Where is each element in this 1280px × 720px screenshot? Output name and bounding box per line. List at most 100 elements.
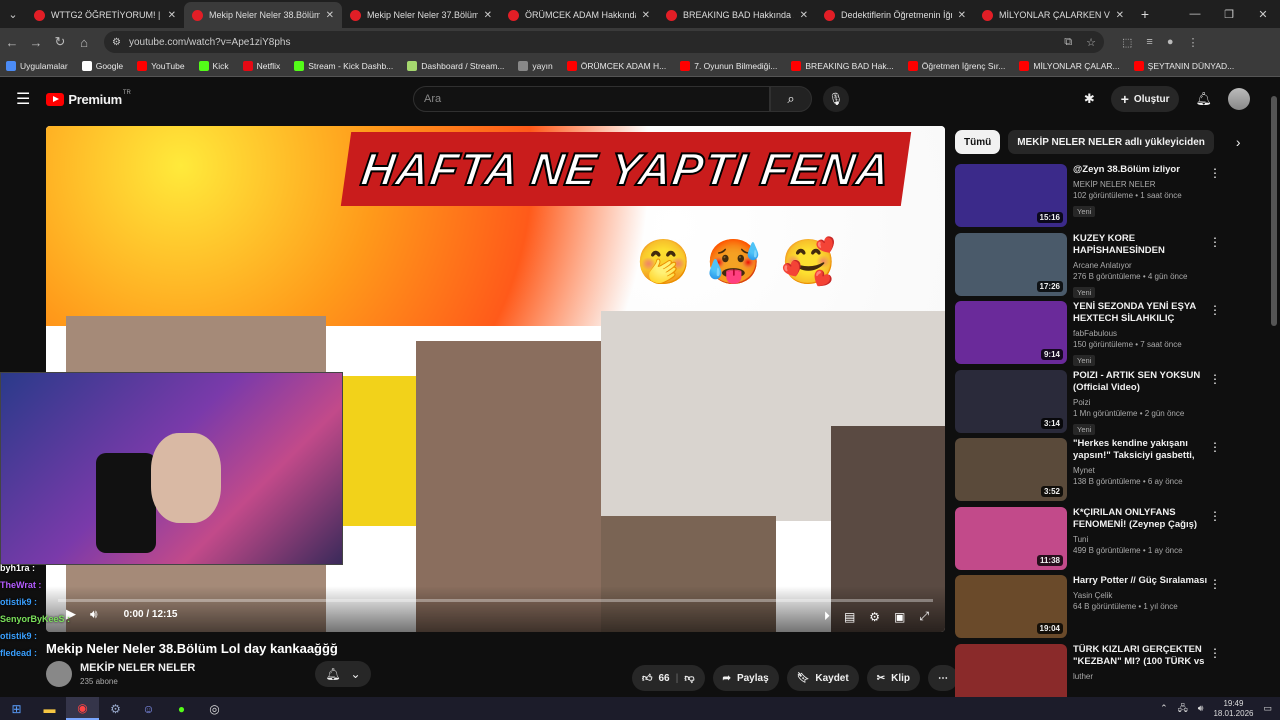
back-icon[interactable]: ← [0, 35, 24, 50]
recommended-thumbnail[interactable]: 11:38 [955, 506, 1067, 570]
close-tab-icon[interactable]: ✕ [800, 10, 808, 21]
more-options-icon[interactable]: ⋮ [1209, 372, 1221, 386]
bookmark-item[interactable]: Google [81, 61, 123, 71]
recommended-thumbnail[interactable]: 9:14 [955, 301, 1067, 364]
volume-tray-icon[interactable]: 🔊︎ [1198, 703, 1204, 714]
file-explorer-icon[interactable]: ▬ [33, 697, 66, 720]
recommended-channel[interactable]: MEKİP NELER NELER [1073, 179, 1209, 190]
bookmark-item[interactable]: MİLYONLAR ÇALAR... [1019, 61, 1120, 71]
menu-icon[interactable]: ⋮ [1187, 36, 1198, 49]
recommended-video[interactable]: 17:26 KUZEY KORE HAPİSHANESİNDEN KAÇMAK Ar… [955, 232, 1225, 299]
forward-icon[interactable]: → [24, 35, 48, 50]
bookmark-item[interactable]: YouTube [137, 61, 185, 71]
save-button[interactable]: 🔖︎ Kaydet [786, 665, 859, 691]
recommended-channel[interactable]: Tuni [1073, 534, 1209, 545]
recommended-channel[interactable]: luther [1073, 671, 1209, 682]
windows-start-icon[interactable]: ⊞ [0, 697, 33, 720]
close-tab-icon[interactable]: ✕ [1116, 10, 1124, 21]
more-options-icon[interactable]: ⋮ [1209, 235, 1221, 249]
page-scrollbar[interactable] [1271, 96, 1277, 326]
microphone-icon[interactable]: 🎙 [823, 86, 849, 112]
install-icon[interactable]: ⧉ [1064, 36, 1072, 49]
cast-icon[interactable]: ✱ [1084, 91, 1095, 107]
miniplayer-icon[interactable]: ▣ [894, 610, 905, 624]
more-options-icon[interactable]: ⋮ [1209, 577, 1221, 591]
clip-button[interactable]: ✂ Klip [866, 665, 920, 691]
recommended-thumbnail[interactable]: 3:14 [955, 369, 1067, 433]
search-icon[interactable]: ⌕ [770, 86, 812, 112]
profile-icon[interactable]: ● [1167, 36, 1174, 48]
chevron-right-icon[interactable]: › [1236, 134, 1241, 150]
more-options-icon[interactable]: ⋮ [1209, 646, 1221, 660]
bookmark-item[interactable]: yayın [518, 61, 553, 71]
recommended-thumbnail[interactable]: 17:26 [955, 232, 1067, 296]
close-tab-icon[interactable]: ✕ [484, 10, 492, 21]
recommended-video[interactable]: 3:52 "Herkes kendine yakışanı yapsın!" Ta… [955, 438, 1225, 504]
create-button[interactable]: + Oluştur [1110, 86, 1180, 112]
bookmark-star-icon[interactable]: ☆ [1086, 36, 1096, 49]
browser-tab[interactable]: Dedektiflerin Öğretmenin İğren ✕ [816, 2, 974, 28]
recommended-title[interactable]: @Zeyn 38.Bölüm izliyor [1073, 164, 1209, 176]
browser-tab[interactable]: ÖRÜMCEK ADAM Hakkında 30✕ [500, 2, 658, 28]
recommended-channel[interactable]: Mynet [1073, 465, 1209, 476]
browser-tab[interactable]: BREAKING BAD Hakkında 24 H✕ [658, 2, 816, 28]
bookmark-item[interactable]: Kick [198, 61, 229, 71]
recommended-title[interactable]: TÜRK KIZLARI GERÇEKTEN "KEZBAN" MI? (100… [1073, 644, 1209, 668]
share-button[interactable]: ➦ Paylaş [712, 665, 779, 691]
browser-tab[interactable]: Mekip Neler Neler 37.Bölüm Te✕ [342, 2, 500, 28]
extensions-icon[interactable]: ⬚ [1122, 36, 1132, 49]
close-tab-icon[interactable]: ✕ [958, 10, 966, 21]
recommended-title[interactable]: K*ÇIRILAN ONLYFANS FENOMENİ! (Zeynep Çağ… [1073, 507, 1209, 531]
discord-icon[interactable]: ☺ [132, 697, 165, 720]
steam-icon[interactable]: ⚙ [99, 697, 132, 720]
bookmark-item[interactable]: ÖRÜMCEK ADAM H... [566, 61, 666, 71]
obs-icon[interactable]: ◎ [198, 697, 231, 720]
chip-all[interactable]: Tümü [955, 130, 1001, 154]
bookmark-item[interactable]: Netflix [242, 61, 280, 71]
recommended-channel[interactable]: Yasin Çelik [1073, 590, 1209, 601]
bookmark-item[interactable]: 7. Oyunun Bilmediği... [680, 61, 777, 71]
thumbs-down-icon[interactable]: 👎︎ [684, 672, 694, 684]
recommended-channel[interactable]: fabFabulous [1073, 328, 1209, 339]
recommended-thumbnail[interactable]: 3:52 [955, 438, 1067, 501]
bookmark-item[interactable]: Öğretmen İğrenç Sır... [907, 61, 1005, 71]
search-input[interactable]: Ara [413, 86, 770, 112]
browser-tab-active[interactable]: Mekip Neler Neler 38.Bölüm Lo✕ [184, 2, 342, 28]
reload-icon[interactable]: ↻ [48, 34, 72, 50]
more-actions-button[interactable]: ⋯ [927, 665, 958, 691]
close-tab-icon[interactable]: ✕ [326, 10, 334, 21]
recommended-video[interactable]: 9:14 YENİ SEZONDA YENİ EŞYA HEXTECH SİLAH… [955, 301, 1225, 367]
more-options-icon[interactable]: ⋮ [1209, 509, 1221, 523]
recommended-title[interactable]: Harry Potter // Güç Sıralaması [1073, 575, 1209, 587]
recommended-channel[interactable]: Poizi [1073, 397, 1209, 408]
more-options-icon[interactable]: ⋮ [1209, 166, 1221, 180]
bookmark-item[interactable]: Uygulamalar [6, 61, 68, 71]
chip-uploader[interactable]: MEKİP NELER NELER adlı yükleyiciden [1008, 130, 1214, 154]
browser-tab[interactable]: MİLYONLAR ÇALARKEN VLOG✕ [974, 2, 1132, 28]
bookmark-item[interactable]: Stream - Kick Dashb... [294, 61, 393, 71]
recommended-video[interactable]: 15:16 @Zeyn 38.Bölüm izliyor MEKİP NELER N… [955, 164, 1225, 230]
maximize-icon[interactable]: ❐ [1212, 0, 1246, 28]
tray-chevron-icon[interactable]: ⌃ [1160, 703, 1168, 714]
hamburger-menu-icon[interactable]: ☰ [16, 89, 30, 109]
youtube-logo[interactable]: Premium TR [46, 90, 131, 107]
clock[interactable]: 19:49 18.01.2026 [1213, 699, 1253, 719]
more-options-icon[interactable]: ⋮ [1209, 440, 1221, 454]
chrome-icon[interactable]: ◉ [66, 697, 99, 720]
subtitles-icon[interactable]: ▤ [844, 610, 855, 624]
close-tab-icon[interactable]: ✕ [168, 10, 176, 21]
fullscreen-icon[interactable]: ⤢ [919, 609, 929, 624]
channel-name[interactable]: MEKİP NELER NELER [80, 662, 195, 674]
subscription-bell-button[interactable]: 🔔︎ ⌄ [315, 661, 371, 687]
account-avatar[interactable] [1228, 88, 1250, 110]
kick-icon[interactable]: ● [165, 697, 198, 720]
progress-bar[interactable] [58, 599, 933, 602]
recommended-video[interactable]: 3:14 POIZI - ARTIK SEN YOKSUN (Official V… [955, 369, 1225, 436]
notification-center-icon[interactable]: ▭ [1263, 703, 1272, 714]
close-tab-icon[interactable]: ✕ [642, 10, 650, 21]
bookmark-item[interactable]: ŞEYTANIN DÜNYAD... [1133, 61, 1234, 71]
recommended-channel[interactable]: Arcane Anlatıyor [1073, 260, 1209, 271]
recommended-video[interactable]: 19:04 Harry Potter // Güç Sıralaması Yasin… [955, 575, 1225, 641]
home-icon[interactable]: ⌂ [72, 35, 96, 50]
settings-gear-icon[interactable]: ⚙ [869, 610, 880, 624]
